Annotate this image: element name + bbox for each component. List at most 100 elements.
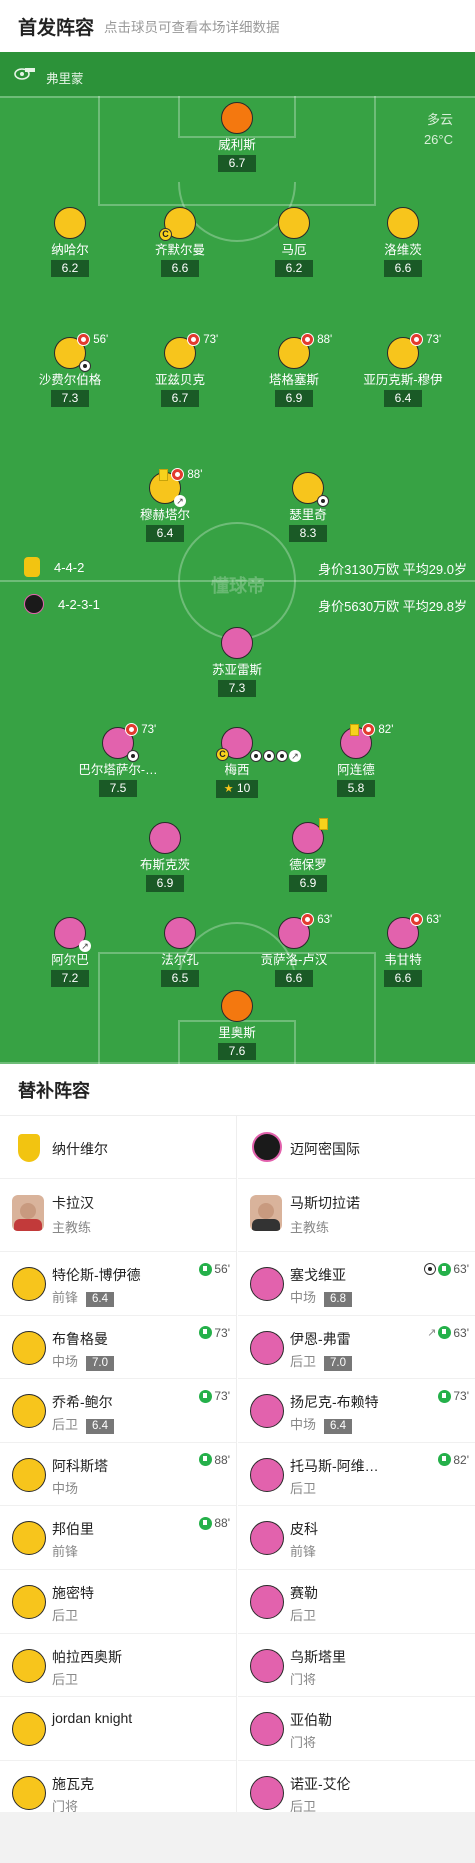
- sub-player-row[interactable]: 邦伯里 前锋 88': [0, 1506, 236, 1570]
- player-avatar: 88' ↗: [149, 468, 202, 507]
- player-card[interactable]: 法尔孔 6.5: [120, 917, 240, 987]
- away-formation-row: 4-2-3-1: [24, 594, 100, 614]
- player-avatar: [250, 1457, 284, 1492]
- sub-player-row[interactable]: 托马斯-阿维… 后卫 82': [238, 1443, 475, 1507]
- lineup-header: 首发阵容 点击球员可查看本场详细数据: [0, 0, 475, 52]
- player-card[interactable]: 88' ↗ 穆赫塔尔 6.4: [105, 468, 225, 542]
- nashville-logo-icon: [24, 557, 40, 577]
- lineup-title: 首发阵容: [18, 17, 95, 39]
- goal-ball-icon: [79, 360, 91, 372]
- player-card[interactable]: 洛维茨 6.6: [343, 207, 463, 277]
- sub-player-row[interactable]: 塞戈维亚 中场 6.8 63': [238, 1252, 475, 1316]
- player-card[interactable]: C ↗ 梅西 ★ 10: [177, 727, 301, 798]
- player-avatar: 88': [278, 333, 332, 369]
- player-card[interactable]: 德保罗 6.9: [248, 818, 368, 892]
- assist-icon: ↗: [427, 1327, 437, 1340]
- player-avatar: [12, 1267, 46, 1301]
- player-avatar: [278, 207, 310, 239]
- player-card[interactable]: 73' 亚兹贝克 6.7: [120, 333, 240, 407]
- player-card[interactable]: C 齐默尔曼 6.6: [120, 207, 240, 277]
- player-avatar: [387, 207, 419, 239]
- sub-in-icon: [199, 1516, 213, 1530]
- referee-bar: 弗里蒙: [0, 52, 475, 96]
- player-avatar: 82': [340, 723, 393, 759]
- sub-in-icon: [199, 1326, 213, 1340]
- player-card[interactable]: 纳哈尔 6.2: [10, 207, 130, 277]
- player-card[interactable]: 威利斯 6.7: [177, 102, 297, 172]
- sub-out-icon: [77, 333, 90, 346]
- player-avatar: 73': [102, 723, 156, 762]
- referee-name: 弗里蒙: [46, 72, 84, 86]
- captain-icon: C: [216, 748, 229, 761]
- player-avatar: ↗: [54, 917, 91, 952]
- assist-icon: ↗: [79, 940, 91, 952]
- sub-out-icon: [410, 913, 423, 926]
- away-formation: 4-2-3-1: [58, 596, 100, 612]
- player-avatar: C ↗: [216, 727, 301, 762]
- player-avatar: [164, 917, 196, 949]
- assist-icon: ↗: [174, 495, 186, 507]
- inter-miami-logo-icon: [24, 594, 44, 614]
- coach-avatar: [250, 1195, 282, 1231]
- player-avatar: [12, 1584, 46, 1619]
- sub-in-icon: [199, 1262, 213, 1276]
- sub-out-icon: [410, 333, 423, 346]
- player-avatar: [292, 472, 329, 507]
- sub-player-row[interactable]: 赛勒 后卫: [238, 1570, 475, 1634]
- sub-player-row[interactable]: 皮科 前锋: [238, 1506, 475, 1570]
- sub-player-row[interactable]: 乌斯塔里 门将: [238, 1634, 475, 1698]
- player-card[interactable]: 88' 塔格塞斯 6.9: [234, 333, 354, 407]
- sub-player-row[interactable]: 扬尼克-布赖特 中场 6.4 73': [238, 1379, 475, 1443]
- player-avatar: [292, 818, 328, 854]
- player-card[interactable]: ↗ 阿尔巴 7.2: [10, 917, 130, 987]
- player-avatar: [250, 1267, 284, 1301]
- sub-player-row[interactable]: 乔希-鲍尔 后卫 6.4 73': [0, 1379, 236, 1443]
- home-formation-row: 4-4-2: [24, 557, 84, 577]
- goal-ball-icon: [424, 1263, 437, 1275]
- sub-player-row[interactable]: 阿科斯塔 中场 88': [0, 1443, 236, 1507]
- player-card[interactable]: 瑟里奇 8.3: [248, 472, 368, 542]
- player-card[interactable]: 苏亚雷斯 7.3: [177, 627, 297, 697]
- away-coach[interactable]: 马斯切拉诺 主教练: [238, 1179, 475, 1252]
- player-card[interactable]: 63' 韦甘特 6.6: [343, 913, 463, 987]
- player-card[interactable]: 73' 亚历克斯-穆伊 6.4: [343, 333, 463, 407]
- sub-player-row[interactable]: 特伦斯-博伊德 前锋 6.4 56': [0, 1252, 236, 1316]
- sub-player-row[interactable]: 亚伯勒 门将: [238, 1697, 475, 1761]
- player-card[interactable]: 马厄 6.2: [234, 207, 354, 277]
- player-card[interactable]: 里奥斯 7.6: [177, 990, 297, 1060]
- player-card[interactable]: 布斯克茨 6.9: [105, 822, 225, 892]
- player-avatar: [54, 207, 86, 239]
- player-avatar: [12, 1394, 46, 1429]
- sub-player-row[interactable]: jordan knight: [0, 1697, 236, 1761]
- player-avatar: [250, 1394, 284, 1429]
- star-icon: ★: [223, 783, 234, 795]
- player-avatar: [221, 990, 253, 1022]
- player-avatar: [221, 102, 253, 134]
- home-team-header[interactable]: 纳什维尔: [0, 1116, 236, 1179]
- whistle-icon: [14, 68, 35, 80]
- player-avatar: [250, 1775, 284, 1810]
- player-avatar: [12, 1775, 46, 1810]
- pitch: 弗里蒙 多云 26°C 懂球帝 4-4-2 身价3130万欧 平均29.0岁 4…: [0, 52, 475, 1064]
- player-card[interactable]: 63' 贡萨洛-卢汉 6.6: [234, 913, 354, 987]
- player-avatar: 63': [278, 913, 332, 949]
- sub-player-row[interactable]: 帕拉西奥斯 后卫: [0, 1634, 236, 1698]
- player-card[interactable]: 82' 阿连德 5.8: [296, 723, 416, 797]
- sub-out-icon: [301, 913, 314, 926]
- home-coach[interactable]: 卡拉汉 主教练: [0, 1179, 236, 1252]
- player-avatar: [12, 1648, 46, 1683]
- player-avatar: 73': [164, 333, 218, 369]
- away-team-header[interactable]: 迈阿密国际: [238, 1116, 475, 1179]
- sub-player-row[interactable]: 伊恩-弗雷 后卫 7.0 ↗ 63': [238, 1316, 475, 1380]
- player-card[interactable]: 56' 沙费尔伯格 7.3: [10, 333, 130, 407]
- sub-player-row[interactable]: 施密特 后卫: [0, 1570, 236, 1634]
- inter-miami-logo-icon: [252, 1132, 282, 1162]
- yellow-card-icon: [319, 818, 328, 830]
- yellow-card-icon: [159, 468, 168, 481]
- player-avatar: [221, 627, 253, 659]
- sub-player-row[interactable]: 布鲁格曼 中场 7.0 73': [0, 1316, 236, 1380]
- player-avatar: [12, 1521, 46, 1556]
- player-avatar: [12, 1712, 46, 1747]
- player-card[interactable]: 73' 巴尔塔萨尔-… 7.5: [58, 723, 178, 797]
- captain-icon: C: [159, 228, 172, 241]
